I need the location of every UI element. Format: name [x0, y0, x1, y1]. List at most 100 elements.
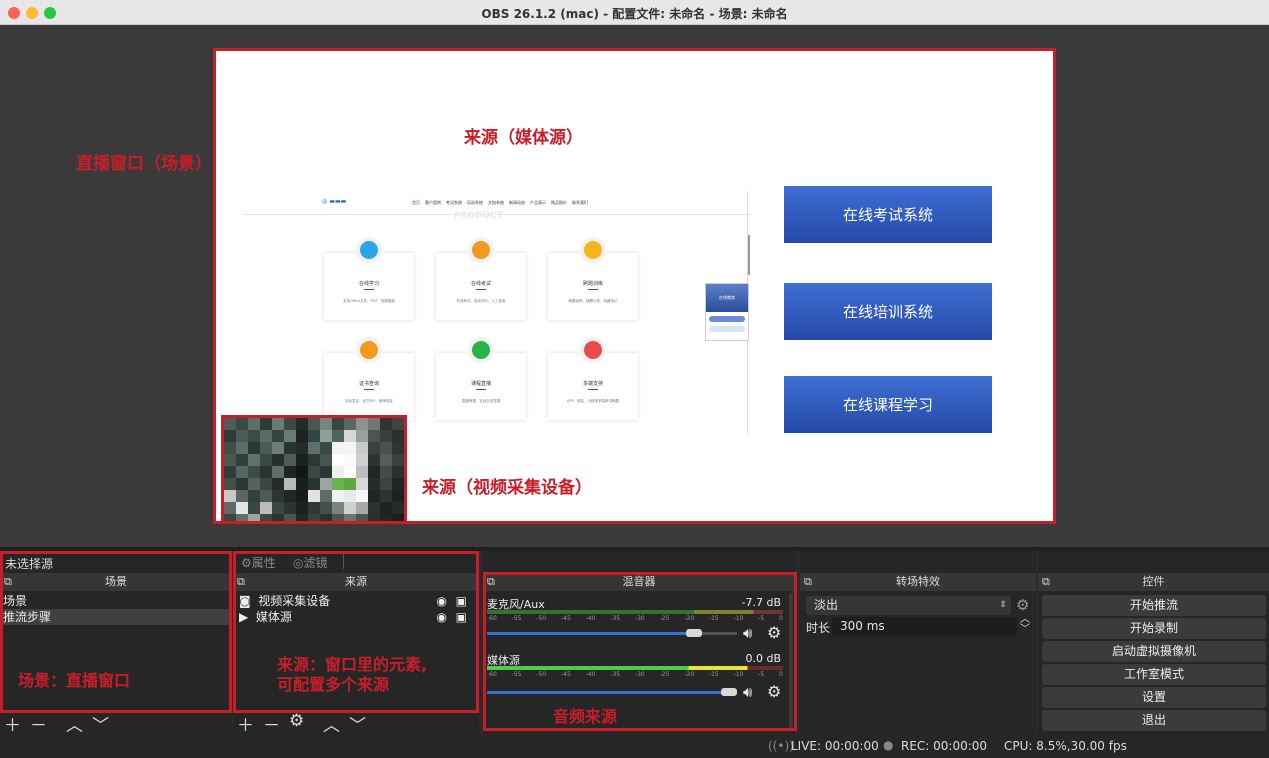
filter-icon: ◎: [293, 556, 304, 570]
lock-icon[interactable]: ▣: [456, 593, 467, 609]
move-source-down-button[interactable]: ﹀: [349, 711, 366, 736]
move-scene-down-button[interactable]: ﹀: [92, 711, 109, 736]
website-mini-sidebar: 在线教育: [705, 283, 749, 341]
transitions-header: ⧉ 转场特效: [800, 573, 1036, 591]
source-item-video-capture[interactable]: ◙ 视频采集设备 ◉ ▣: [239, 593, 473, 609]
camera-icon: ◙: [239, 594, 251, 608]
media-source-volume-slider[interactable]: [721, 688, 737, 696]
controls-header: ⧉ 控件: [1038, 573, 1269, 591]
properties-button[interactable]: ⚙属性: [241, 554, 276, 571]
remove-scene-button[interactable]: －: [30, 711, 47, 736]
card-online-exam: 在线考试 在线考试、自动判分、人工批卷: [436, 237, 526, 320]
sources-header: ⧉ 来源: [233, 573, 479, 591]
devices-icon: [580, 337, 606, 363]
lock-icon[interactable]: ▣: [456, 609, 467, 625]
live-timer: LIVE: 00:00:00: [791, 739, 879, 753]
training-system-banner[interactable]: 在线培训系统: [784, 283, 992, 340]
settings-button[interactable]: 设置: [1042, 687, 1266, 708]
window-title: OBS 26.1.2 (mac) - 配置文件: 未命名 - 场景: 未命名: [481, 7, 788, 21]
website-nav-items: 首页 客户案例 考试系统 培训系统 文档系统 新闻动态 产品演示 购买报价 联系我们: [412, 200, 588, 205]
media-source-volume-fill: [487, 691, 737, 694]
scenes-dock: 未选择源 ⧉ 场景 场景 推流步骤 场景：直播窗口 ＋ － ︿ ﹀: [0, 551, 232, 736]
duration-label: 时长: [806, 621, 831, 635]
start-recording-button[interactable]: 开始录制: [1042, 618, 1266, 639]
move-scene-up-button[interactable]: ︿: [66, 711, 83, 736]
faded-heading: PRODUCT: [454, 211, 503, 221]
mic-aux-level-meter: [487, 610, 783, 614]
gear-icon: ⚙: [241, 556, 252, 570]
add-source-button[interactable]: ＋: [237, 711, 254, 736]
sources-annotation-line2: 可配置多个来源: [277, 675, 390, 694]
mic-aux-speaker-icon[interactable]: 🔊︎: [743, 624, 752, 642]
scenes-header: ⧉ 场景: [0, 573, 232, 591]
video-capture-source[interactable]: [221, 415, 407, 521]
remove-source-button[interactable]: －: [263, 711, 280, 736]
play-icon: ▶: [239, 610, 249, 624]
media-source-db: 0.0 dB: [745, 652, 781, 665]
chevron-up-down-icon: ⇳: [999, 600, 1007, 610]
float-dock-icon[interactable]: ⧉: [237, 573, 245, 591]
studio-mode-button[interactable]: 工作室模式: [1042, 664, 1266, 685]
card-practice: 刷题训练 刷题训练、错题记录、收藏笔记: [548, 237, 638, 320]
move-source-up-button[interactable]: ︿: [323, 711, 340, 736]
start-virtual-camera-button[interactable]: 启动虚拟摄像机: [1042, 641, 1266, 662]
card-online-learning: 在线学习 支持Office文件、PDF、视频播放: [324, 237, 414, 320]
media-source-annotation: 来源（媒体源）: [464, 128, 583, 148]
media-source-speaker-icon[interactable]: 🔊︎: [743, 683, 752, 701]
visibility-eye-icon[interactable]: ◉: [437, 609, 447, 625]
start-streaming-button[interactable]: 开始推流: [1042, 595, 1266, 616]
source-settings-gear-icon[interactable]: ⚙: [289, 711, 304, 731]
float-dock-icon[interactable]: ⧉: [4, 573, 12, 591]
float-dock-icon[interactable]: ⧉: [1042, 573, 1050, 591]
mixer-dock: ⧉ 混音器 麦克风/Aux -7.7 dB -60 -55 -50 -45 -40 -35-…: [483, 551, 795, 734]
scene-canvas[interactable]: 来源（媒体源） ◎ ▬▬▬ 首页 客户案例 考试系统 培训系统 文档系统 新闻动态 产品演示…: [213, 48, 1056, 524]
website-media-source[interactable]: ◎ ▬▬▬ 首页 客户案例 考试系统 培训系统 文档系统 新闻动态 产品演示 购买报价 联系我们…: [242, 191, 752, 435]
mixer-scrollbar[interactable]: [789, 593, 793, 731]
course-learning-banner[interactable]: 在线课程学习: [784, 376, 992, 433]
media-source-scale: -60 -55 -50 -45 -40 -35 -30 -25 -20 -15 -10 -5 0: [487, 671, 783, 678]
transition-gear-icon[interactable]: ⚙: [1016, 596, 1029, 614]
mic-aux-db: -7.7 dB: [741, 596, 782, 609]
list-icon: [468, 337, 494, 363]
certificate-icon: [356, 337, 382, 363]
audio-annotation: 音频来源: [553, 707, 618, 726]
mic-aux-volume-slider[interactable]: [686, 629, 702, 637]
source-item-media[interactable]: ▶ 媒体源 ◉ ▣: [239, 609, 473, 625]
scene-window-annotation: 直播窗口（场景）: [76, 154, 212, 174]
mic-aux-volume-fill: [487, 632, 702, 635]
duration-stepper[interactable]: ︿ ﹀: [1020, 615, 1030, 635]
filters-button[interactable]: ◎滤镜: [293, 554, 328, 571]
add-scene-button[interactable]: ＋: [4, 711, 21, 736]
no-source-selected-label: 未选择源: [5, 557, 54, 571]
exit-button[interactable]: 退出: [1042, 710, 1266, 731]
monitor-icon: [356, 237, 382, 263]
website-logo: ◎ ▬▬▬: [322, 198, 347, 205]
transitions-dock: ⧉ 转场特效 淡出 ⇳ ⚙ 时长 300 ms ︿ ﹀: [800, 551, 1036, 734]
card-multi-platform: 多端支持 APP、网站、小程序多端考试刷题: [548, 337, 638, 420]
status-bar: ((•)) LIVE: 00:00:00 ● REC: 00:00:00 CPU…: [0, 734, 1269, 758]
video-source-annotation: 来源（视频采集设备）: [422, 478, 592, 498]
mic-aux-gear-icon[interactable]: ⚙: [767, 623, 781, 642]
scene-item[interactable]: 场景: [3, 593, 229, 609]
title-bar: OBS 26.1.2 (mac) - 配置文件: 未命名 - 场景: 未命名: [0, 0, 1269, 25]
card-live-course: 课程直播 直播授课、互动交流答疑: [436, 337, 526, 420]
mic-aux-scale: -60 -55 -50 -45 -40 -35 -30 -25 -20 -15 -10 -5 0: [487, 615, 783, 622]
visibility-eye-icon[interactable]: ◉: [437, 593, 447, 609]
rec-dot-icon: ●: [883, 738, 894, 752]
mixer-header: ⧉ 混音器: [483, 573, 795, 591]
exam-system-banner[interactable]: 在线考试系统: [784, 186, 992, 243]
scenes-annotation: 场景：直播窗口: [18, 671, 131, 690]
live-broadcast-icon: ((•)): [768, 739, 794, 753]
calendar-icon: [580, 237, 606, 263]
float-dock-icon[interactable]: ⧉: [804, 573, 812, 591]
user-icon: [468, 237, 494, 263]
media-source-gear-icon[interactable]: ⚙: [767, 682, 781, 701]
transition-select[interactable]: 淡出 ⇳: [806, 596, 1011, 615]
sources-dock: ⚙属性 ◎滤镜 ⧉ 来源 ◙ 视频采集设备 ◉ ▣ ▶ 媒体源 ◉ ▣ 来源：窗口…: [233, 551, 479, 736]
float-dock-icon[interactable]: ⧉: [487, 573, 495, 591]
duration-input[interactable]: 300 ms: [832, 617, 1017, 636]
scene-item[interactable]: 推流步骤: [3, 609, 229, 625]
media-source-level-meter: [487, 666, 783, 670]
rec-timer: REC: 00:00:00: [901, 739, 988, 753]
card-certificate: 证书查询 自动发证、证书DIY、营审验证: [324, 337, 414, 420]
